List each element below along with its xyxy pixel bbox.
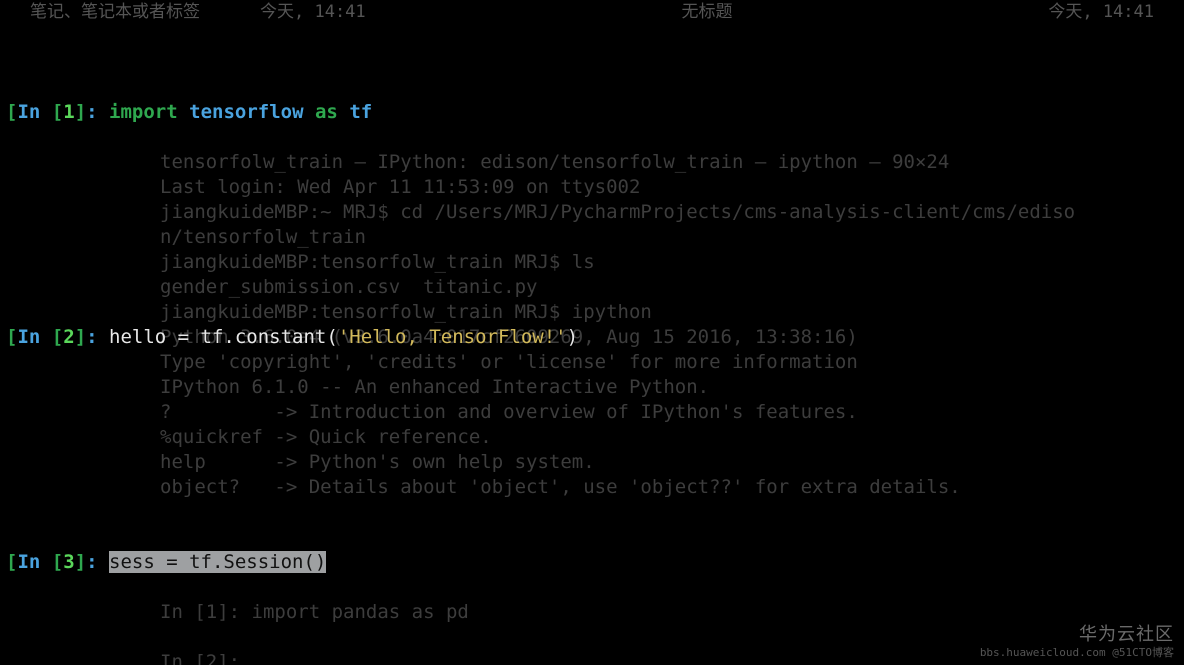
- code-post: ): [567, 326, 578, 348]
- watermark-sub: bbs.huaweicloud.com @51CTO博客: [980, 646, 1174, 659]
- prompt-bracket: [: [6, 101, 17, 123]
- kw-import: import: [109, 101, 178, 123]
- ipython-cell-3[interactable]: [In [3]: sess = tf.Session(): [6, 550, 1178, 575]
- prompt-num: 1: [63, 101, 74, 123]
- code-pre: hello = tf.constant(: [109, 326, 338, 348]
- selected-code[interactable]: sess = tf.Session(): [109, 551, 326, 573]
- prompt-in: In: [17, 101, 51, 123]
- blank-line: [6, 200, 1178, 225]
- kw-as: as: [315, 101, 338, 123]
- kw-module: tensorflow: [189, 101, 303, 123]
- ipython-cell-1[interactable]: [In [1]: import tensorflow as tf: [6, 100, 1178, 125]
- kw-alias: tf: [349, 101, 372, 123]
- watermark: 华为云社区 bbs.huaweicloud.com @51CTO博客: [980, 624, 1174, 659]
- ipython-cell-2[interactable]: [In [2]: hello = tf.constant('Hello, Ten…: [6, 325, 1178, 350]
- watermark-main: 华为云社区: [980, 624, 1174, 646]
- string-literal: 'Hello, TensorFlow!': [338, 326, 567, 348]
- blank-line: [6, 425, 1178, 450]
- ipython-terminal[interactable]: [In [1]: import tensorflow as tf [In [2]…: [0, 0, 1184, 665]
